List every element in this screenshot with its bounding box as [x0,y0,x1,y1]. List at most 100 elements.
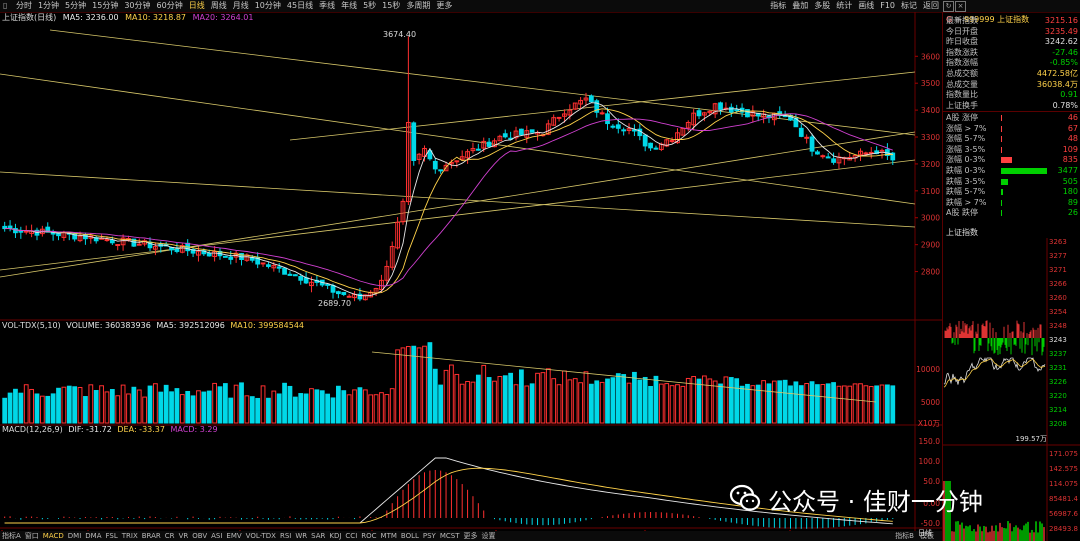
volume-bar [18,392,24,424]
period-tab[interactable]: 1分钟 [35,0,62,12]
volume-bar [723,376,729,424]
volume-bar [438,384,444,424]
period-tab[interactable]: 年线 [338,0,360,12]
indicator-tab[interactable]: CR [163,531,177,541]
ma5-label: MA5: 3236.00 [62,13,119,22]
candle-body [287,273,293,276]
period-tab[interactable]: 多周期 [403,0,433,12]
indicator-tab[interactable]: BOLL [399,531,421,541]
indicator-tab[interactable]: MTM [379,531,399,541]
indicator-tab[interactable]: 窗口 [23,531,41,541]
divider [943,111,1080,112]
breadth-value: 180 [1062,187,1078,197]
indicator-tab[interactable]: TRIX [120,531,140,541]
refresh-icon[interactable]: ↻ [943,1,954,12]
tool-button[interactable]: 返回 [920,0,942,12]
volume-bar [605,378,610,424]
period-tab[interactable]: 日线 [186,0,208,12]
indicator-tab[interactable]: DMI [66,531,84,541]
indicator-tab[interactable]: KDJ [327,531,343,541]
period-tab[interactable]: 60分钟 [154,0,186,12]
candle-body [336,291,341,295]
quote-stat-label: 总成交量 [946,79,978,89]
tool-button[interactable]: 统计 [833,0,855,12]
period-tab[interactable]: 更多 [433,0,455,12]
indicator-tab[interactable]: 设置 [480,531,498,541]
indicator-tab[interactable]: BRAR [140,531,163,541]
breadth-row: 涨幅 3-5% 109 [946,145,1078,156]
period-tab[interactable]: 10分钟 [252,0,284,12]
period-tab[interactable]: 15分钟 [89,0,121,12]
volume-bar [831,382,836,424]
indicator-tab[interactable]: SAR [309,531,327,541]
candle-body [325,283,331,286]
indicator-tab[interactable]: WR [293,531,309,541]
volume-bar [793,381,799,424]
tool-button[interactable]: 指标 [767,0,789,12]
close-icon[interactable]: × [955,1,966,12]
indicator-tab[interactable]: CCI [343,531,359,541]
window-icon[interactable]: ▯ [0,0,10,12]
breadth-row: 跌幅 0-3% 3477 [946,166,1078,177]
candle-body [104,239,110,242]
tool-button[interactable]: 标记 [898,0,920,12]
indicator-tab[interactable]: ROC [359,531,378,541]
indicator-tab[interactable]: MCST [438,531,462,541]
period-tab[interactable]: 5秒 [360,0,379,12]
period-tab[interactable]: 周线 [208,0,230,12]
candle-body [519,128,524,136]
intraday-vol-tick: 114.075 [1049,480,1078,488]
kline-chart[interactable]: 3600 3500 3400 3300 3200 3100 3000 2900 2800 1000… [0,12,942,541]
tool-button[interactable]: 多股 [811,0,833,12]
volume-bar [465,380,470,424]
volume-bar [422,345,427,424]
indicator-tab[interactable]: PSY [421,531,438,541]
indicator-tab[interactable]: VR [177,531,191,541]
period-tab[interactable]: 月线 [230,0,252,12]
price-tick-label: 3400 [921,106,940,115]
intraday-vol-tick: 85481.4 [1049,495,1078,503]
volume-bar [77,387,83,424]
quote-stat-value: 36038.4万 [1036,79,1078,89]
candle-body [825,156,831,159]
volume-bar [50,393,56,424]
tool-button[interactable]: F10 [877,0,898,12]
indicator-tab[interactable]: OBV [190,531,209,541]
candle-body [228,256,234,260]
volume-bar [282,382,287,424]
volume-bar [669,385,675,424]
tool-button[interactable]: 画线 [855,0,877,12]
volume-bar [836,385,842,424]
ma10-label: MA10: 3218.87 [125,13,187,22]
volume-bar [696,378,702,424]
indicator-tab[interactable]: ASI [209,531,224,541]
volume-bar [7,392,13,424]
indicator-tab[interactable]: 指标A [0,531,23,541]
indicator-tab[interactable]: VOL-TDX [244,531,278,541]
volume-bar [519,369,524,424]
volume-bar [239,382,244,424]
tool-button[interactable]: 叠加 [789,0,811,12]
period-tab[interactable]: 15秒 [379,0,403,12]
period-tab[interactable]: 45日线 [284,0,316,12]
intraday-tick-label: 3243 [1049,336,1067,344]
indicator-tab[interactable]: 指标B [893,531,916,541]
volume-bar [405,346,411,424]
intraday-tick-label: 3231 [1049,364,1067,372]
period-tab[interactable]: 分时 [13,0,35,12]
indicator-tab[interactable]: FSL [104,531,120,541]
indicator-tab[interactable]: 更多 [462,531,480,541]
macd-value: MACD: 3.29 [170,425,218,434]
indicator-tab[interactable]: MACD [41,531,66,541]
indicator-tab[interactable]: RSI [278,531,293,541]
volume-bar [632,371,637,424]
indicator-tab[interactable]: DMA [83,531,103,541]
period-tab[interactable]: 季线 [316,0,338,12]
volume-bar [858,383,863,424]
period-tab[interactable]: 30分钟 [121,0,153,12]
candle-body [809,136,815,152]
indicator-tab[interactable]: EMV [224,531,243,541]
period-tab[interactable]: 5分钟 [62,0,89,12]
candle-body [815,151,820,155]
breadth-row: 跌幅 5-7% 180 [946,187,1078,198]
